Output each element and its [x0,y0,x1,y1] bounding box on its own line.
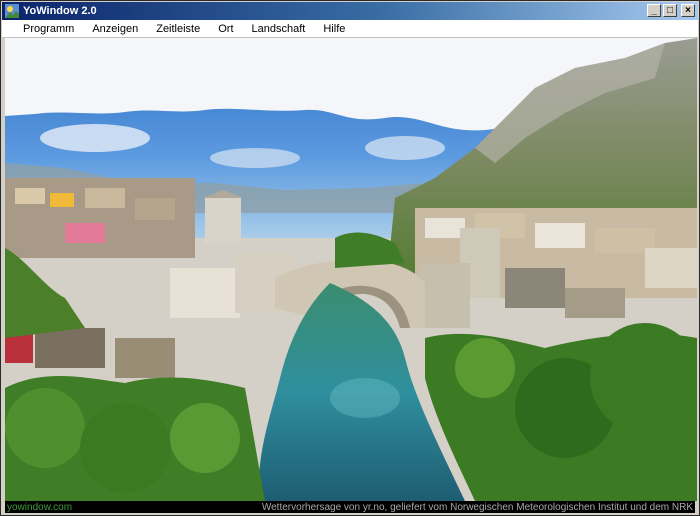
window-title: YoWindow 2.0 [23,5,97,17]
forecast-credit[interactable]: Wettervorhersage von yr.no, geliefert vo… [262,502,693,513]
landscape-view[interactable] [5,38,697,501]
app-window: YoWindow 2.0 _ □ × Programm Anzeigen Zei… [0,0,700,516]
menu-zeitleiste[interactable]: Zeitleiste [147,23,209,35]
tower-left-icon [203,190,243,243]
app-icon[interactable] [5,4,19,18]
minimize-button[interactable]: _ [647,4,661,17]
menu-hilfe[interactable]: Hilfe [314,23,354,35]
title-bar[interactable]: YoWindow 2.0 _ □ × [2,2,698,20]
brand-link[interactable]: yowindow.com [7,502,72,513]
status-bar: yowindow.com Wettervorhersage von yr.no,… [5,501,695,513]
close-button[interactable]: × [681,4,695,17]
menu-landschaft[interactable]: Landschaft [243,23,315,35]
menu-programm[interactable]: Programm [14,23,83,35]
menu-ort[interactable]: Ort [209,23,242,35]
maximize-button[interactable]: □ [663,4,677,17]
window-controls: _ □ × [647,4,695,17]
menu-anzeigen[interactable]: Anzeigen [83,23,147,35]
menu-bar: Programm Anzeigen Zeitleiste Ort Landsch… [2,20,698,38]
